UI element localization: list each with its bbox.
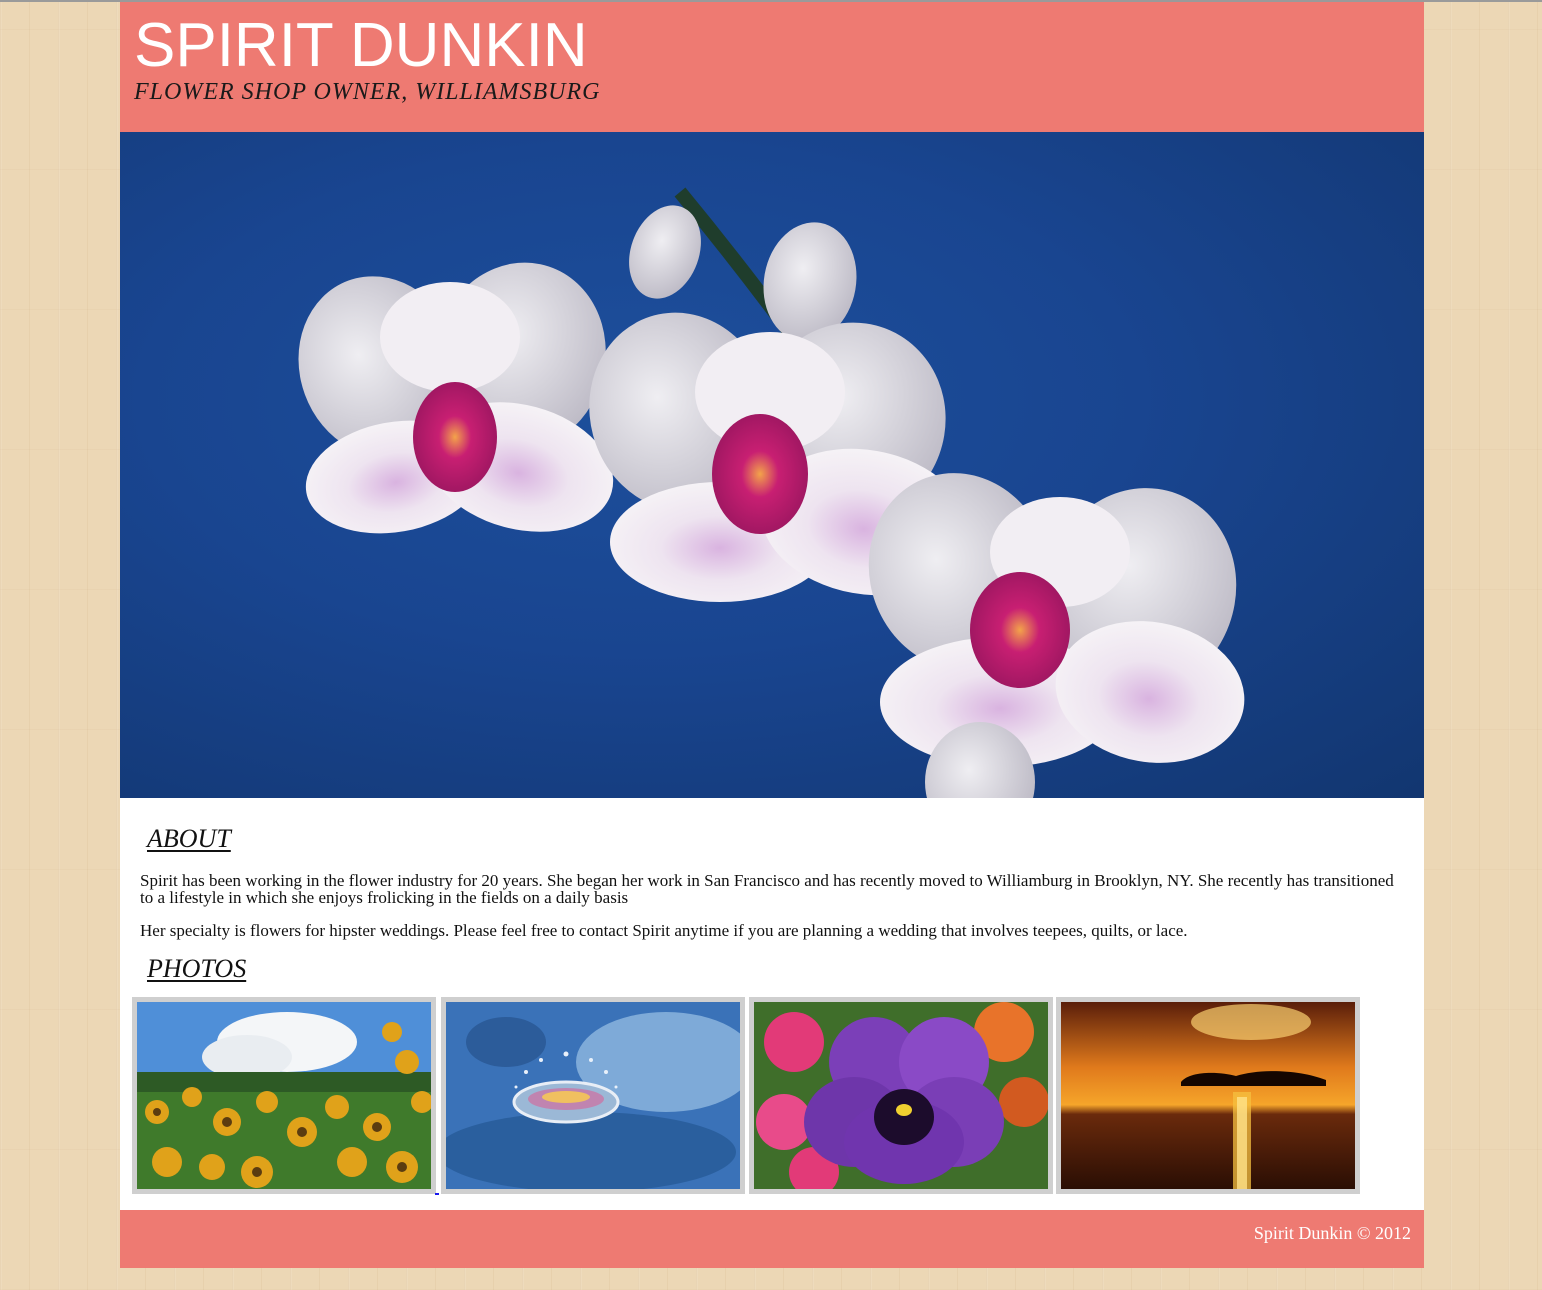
photo-gallery: [132, 997, 1422, 1197]
pansy-photo-icon: [754, 1002, 1048, 1189]
photo-thumbnail-3[interactable]: [749, 997, 1053, 1194]
page-container: SPIRIT DUNKIN FLOWER SHOP OWNER, WILLIAM…: [120, 2, 1424, 1268]
photo-thumbnail-1[interactable]: [132, 997, 436, 1194]
photo-thumbnail-2[interactable]: [441, 997, 745, 1194]
hero-image: [120, 132, 1424, 798]
photo-thumbnail-4[interactable]: [1056, 997, 1360, 1194]
about-paragraph-1: Spirit has been working in the flower in…: [140, 871, 1394, 907]
gallery-link-underline[interactable]: [435, 1193, 439, 1195]
orchid-photo-icon: [298, 187, 1245, 798]
site-header: SPIRIT DUNKIN FLOWER SHOP OWNER, WILLIAM…: [120, 2, 1424, 132]
copyright-text: Spirit Dunkin © 2012: [1253, 1223, 1411, 1243]
yellow-flowers-photo-icon: [137, 1002, 431, 1189]
site-title: SPIRIT DUNKIN: [134, 11, 588, 80]
about-heading: ABOUT: [147, 824, 231, 853]
sunset-photo-icon: [1061, 1002, 1355, 1189]
site-footer: Spirit Dunkin © 2012: [120, 1210, 1424, 1268]
photos-heading: PHOTOS: [147, 954, 247, 983]
about-paragraph-2: Her specialty is flowers for hipster wed…: [140, 921, 1188, 940]
water-drop-photo-icon: [446, 1002, 740, 1189]
site-subtitle: FLOWER SHOP OWNER, WILLIAMSBURG: [134, 79, 601, 105]
